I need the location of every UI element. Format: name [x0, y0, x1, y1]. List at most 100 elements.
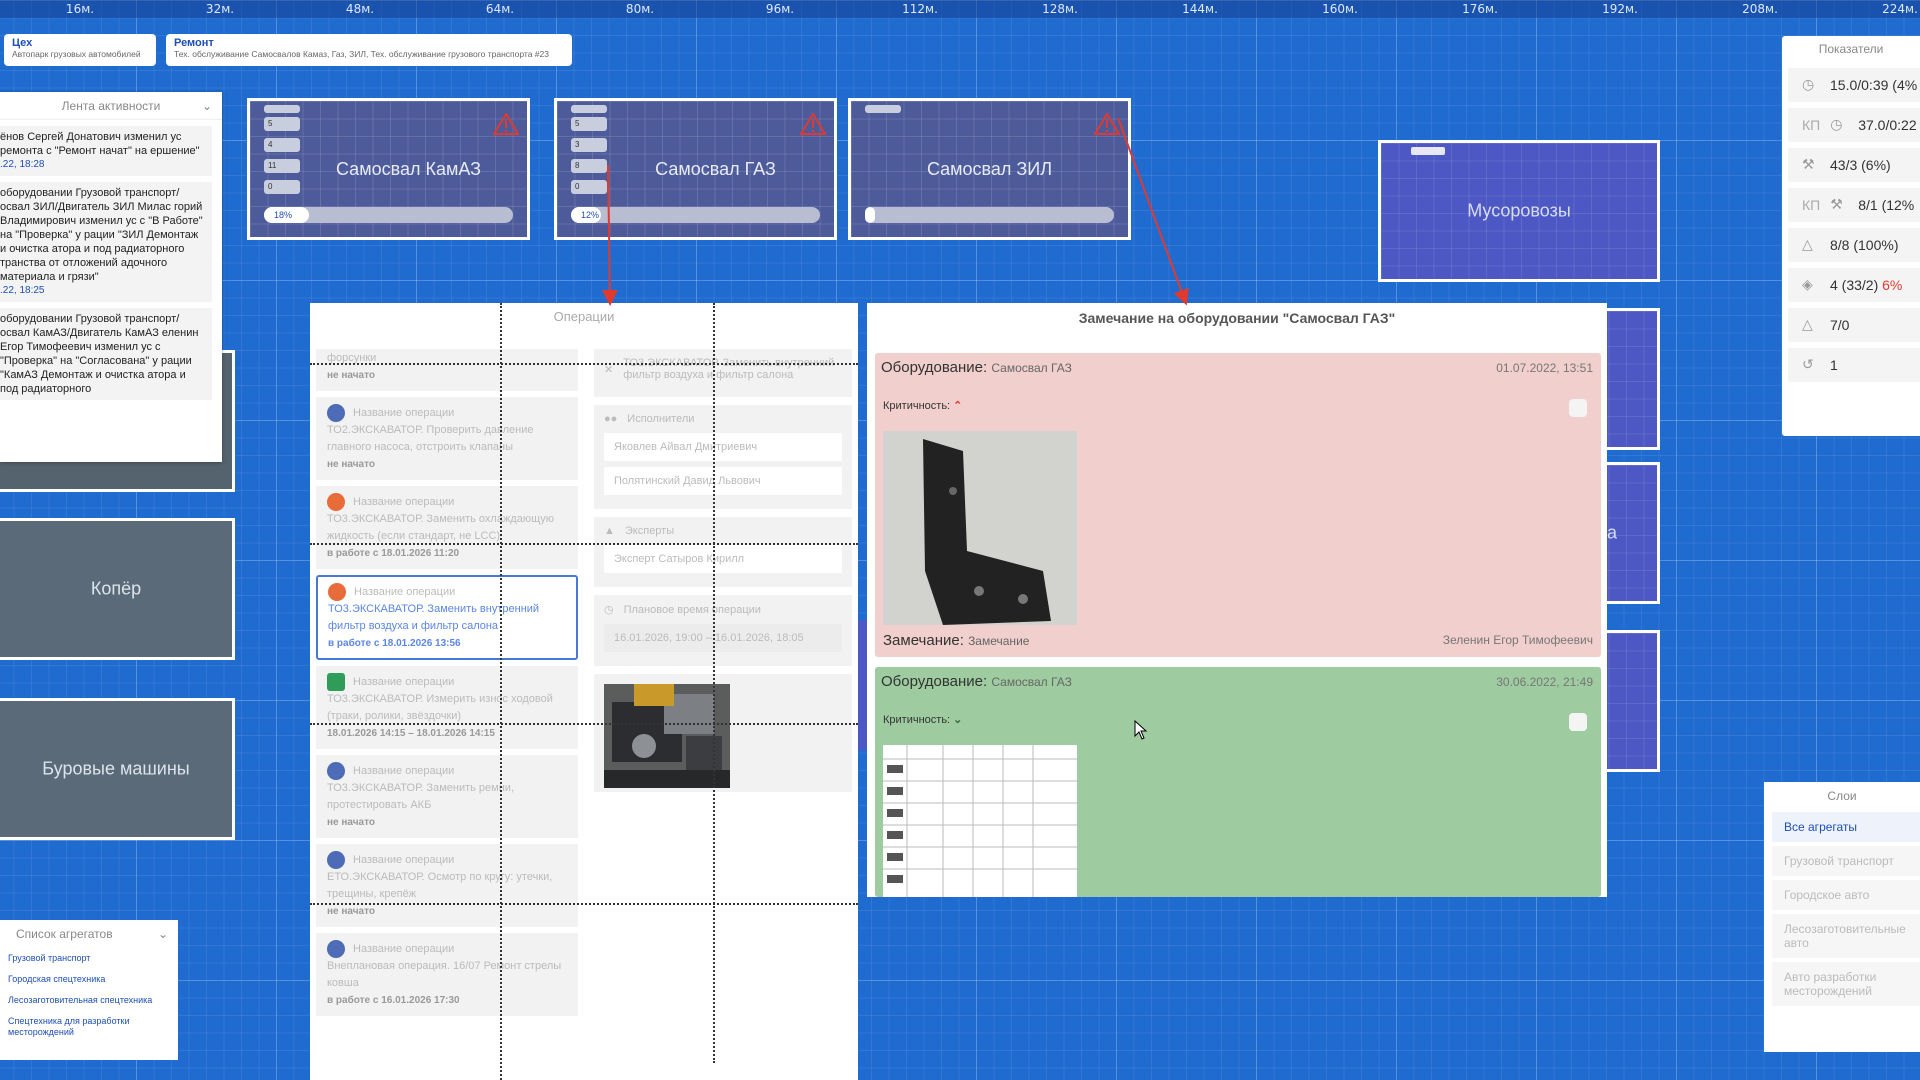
- indicator-item: △ 7/0: [1788, 308, 1920, 342]
- operation-text: ТО2.ЭКСКАВАТОР. Проверить давление главн…: [327, 424, 534, 453]
- progress-bar: 12%: [571, 207, 820, 223]
- activity-date: .22, 18:28: [0, 159, 45, 170]
- remark-criticality: Критичность: ⌄: [883, 714, 963, 726]
- warning-icon[interactable]: [1094, 113, 1120, 135]
- operation-photo-box: [594, 674, 852, 792]
- badge-grad: 3: [571, 138, 607, 152]
- layer-item[interactable]: Грузовой транспорт: [1772, 846, 1920, 876]
- activity-date: .22, 18:25: [0, 285, 45, 296]
- operation-status: в работе с 16.01.2026 17:30: [327, 995, 460, 1006]
- activity-item: оборудовании Грузовой транспорт/ освал З…: [0, 182, 212, 302]
- remark-checkbox[interactable]: [1569, 713, 1587, 731]
- ruler-tick: 208м.: [1742, 2, 1778, 16]
- layer-item-all[interactable]: Все агрегаты: [1772, 812, 1920, 842]
- equipment-card-kamaz[interactable]: 5 4 11 0 Самосвал КамАЗ 18%: [247, 98, 530, 240]
- operations-panel: Операции форсунки не начато Название опе…: [310, 303, 858, 1080]
- aggregate-item[interactable]: Лесозаготовительная спецтехника: [0, 990, 178, 1011]
- wrench-icon: ⚒: [1802, 156, 1815, 172]
- remark-criticality: Критичность: ⌃: [883, 400, 963, 412]
- executors-box: ●● Исполнители Яковлев Айвал Дмитриевич П…: [594, 405, 852, 509]
- remark-table-photo[interactable]: [883, 745, 1077, 897]
- badge-tab: [571, 105, 607, 113]
- plan-time-box: ◷ Плановое время операции 16.01.2026, 19:…: [594, 595, 852, 666]
- remark-equipment: Оборудование: Самосвал ГАЗ: [881, 673, 1072, 690]
- breadcrumb-subtitle: Автопарк грузовых автомобилей: [12, 49, 141, 59]
- breadcrumb-title: Ремонт: [174, 37, 214, 49]
- activity-item: ёнов Сергей Донатович изменил ус ремонта…: [0, 126, 212, 176]
- activity-text: ёнов Сергей Донатович изменил ус ремонта…: [0, 131, 200, 157]
- equipment-card-garbage-trucks[interactable]: Мусоровозы: [1378, 140, 1660, 282]
- operation-item[interactable]: Название операции ТО2.ЭКСКАВАТОР. Провер…: [316, 397, 578, 480]
- aggregates-list-header[interactable]: Список агрегатов ⌄: [0, 920, 178, 948]
- people-icon: ●●: [604, 413, 618, 425]
- clock-icon: ◷: [604, 604, 614, 616]
- warning-icon[interactable]: [493, 113, 519, 135]
- aggregate-item[interactable]: Городская спецтехника: [0, 969, 178, 990]
- clock-icon: ◷: [1830, 116, 1843, 132]
- ruler-tick: 96м.: [765, 2, 795, 16]
- operation-item[interactable]: Название операции ТО3.ЭКСКАВАТОР. Замени…: [316, 486, 578, 569]
- operation-status: не начато: [327, 370, 375, 381]
- operation-text: ТО3.ЭКСКАВАТОР. Заменить охлаждающую жид…: [327, 513, 555, 542]
- table-photo: [883, 745, 1077, 897]
- operation-icon: [327, 940, 345, 958]
- breadcrumb-title: Цех: [12, 37, 33, 49]
- operations-list: форсунки не начато Название операции ТО2…: [316, 349, 578, 1022]
- operation-text: Внеплановая операция. 16/07 Ремонт стрел…: [327, 960, 562, 989]
- helmet-icon: △: [1802, 236, 1813, 252]
- operation-icon: [327, 404, 345, 422]
- operation-item[interactable]: Название операции ЕТО.ЭКСКАВАТОР. Осмотр…: [316, 844, 578, 927]
- layer-item[interactable]: Лесозаготовительные авто: [1772, 914, 1920, 958]
- warning-icon[interactable]: [800, 113, 826, 135]
- breadcrumb-workshop[interactable]: Цех Автопарк грузовых автомобилей: [4, 34, 156, 66]
- card-tab: [1411, 147, 1445, 155]
- expert-item[interactable]: Эксперт Сатыров Кирилл: [604, 545, 842, 573]
- operation-item[interactable]: форсунки не начато: [316, 349, 578, 391]
- remark-panel: Замечание на оборудовании "Самосвал ГАЗ"…: [867, 303, 1607, 897]
- remark-card-critical[interactable]: Оборудование: Самосвал ГАЗ 01.07.2022, 1…: [875, 353, 1601, 657]
- equipment-badges: 5 4 11 0: [264, 105, 300, 201]
- executor-item[interactable]: Полятинский Давид Львович: [604, 467, 842, 495]
- remark-photo[interactable]: [883, 431, 1077, 625]
- equipment-tile-drilling[interactable]: Буровые машины: [0, 698, 235, 840]
- progress-fill: 18%: [264, 207, 309, 223]
- layer-item[interactable]: Городское авто: [1772, 880, 1920, 910]
- ruler-tick: 176м.: [1462, 2, 1498, 16]
- operation-label: Название операции: [354, 585, 456, 598]
- experts-label: Эксперты: [624, 525, 675, 537]
- chevron-double-up-icon: ⌃: [953, 400, 963, 412]
- executor-item[interactable]: Яковлев Айвал Дмитриевич: [604, 433, 842, 461]
- equipment-card-gaz[interactable]: 5 3 8 0 Самосвал ГАЗ 12%: [554, 98, 837, 240]
- operation-status: в работе с 18.01.2026 11:20: [327, 548, 460, 559]
- operation-status: не начато: [327, 817, 375, 828]
- aggregate-item[interactable]: Грузовой транспорт: [0, 948, 178, 969]
- badge-tab: [264, 105, 300, 113]
- badge-tab: [865, 105, 901, 113]
- equipment-card-zil[interactable]: Самосвал ЗИЛ: [848, 98, 1131, 240]
- engine-photo[interactable]: [604, 684, 730, 788]
- activity-feed-title: Лента активности: [61, 98, 161, 113]
- warning-icon: △: [1802, 316, 1813, 332]
- operation-text: ТО3.ЭКСКАВАТОР. Заменить внутренний филь…: [328, 603, 540, 632]
- operation-item-selected[interactable]: Название операции ТО3.ЭКСКАВАТОР. Замени…: [316, 575, 578, 660]
- operation-item[interactable]: Название операции Внеплановая операция. …: [316, 933, 578, 1016]
- activity-feed-header[interactable]: Лента активности ⌄: [0, 92, 222, 120]
- aggregates-list-title: Список агрегатов: [16, 927, 113, 941]
- operation-item[interactable]: Название операции ТО3.ЭКСКАВАТОР. Измери…: [316, 666, 578, 749]
- remark-date: 01.07.2022, 13:51: [1496, 361, 1593, 375]
- activity-text: оборудовании Грузовой транспорт/ освал К…: [0, 313, 199, 395]
- indicator-item: △ 8/8 (100%): [1788, 228, 1920, 262]
- ruler-tick: 160м.: [1322, 2, 1358, 16]
- layer-item[interactable]: Авто разработки месторождений: [1772, 962, 1920, 1006]
- chevron-down-icon[interactable]: ⌄: [202, 99, 212, 113]
- chevron-down-icon[interactable]: ⌄: [158, 920, 168, 948]
- remark-checkbox[interactable]: [1569, 399, 1587, 417]
- badge-grad: 4: [264, 138, 300, 152]
- aggregate-item[interactable]: Спецтехника для разработки месторождений: [0, 1011, 178, 1043]
- operation-item[interactable]: Название операции ТО3.ЭКСКАВАТОР. Замени…: [316, 755, 578, 838]
- remark-card-low[interactable]: Оборудование: Самосвал ГАЗ 30.06.2022, 2…: [875, 667, 1601, 897]
- breadcrumb-repair[interactable]: Ремонт Тех. обслуживание Самосвалов Кама…: [166, 34, 572, 66]
- bracket-photo: [883, 431, 1077, 625]
- equipment-tile-kopyor[interactable]: Копёр: [0, 518, 235, 660]
- operation-text: ТО3.ЭКСКАВАТОР. Заменить ремни, протести…: [327, 782, 514, 811]
